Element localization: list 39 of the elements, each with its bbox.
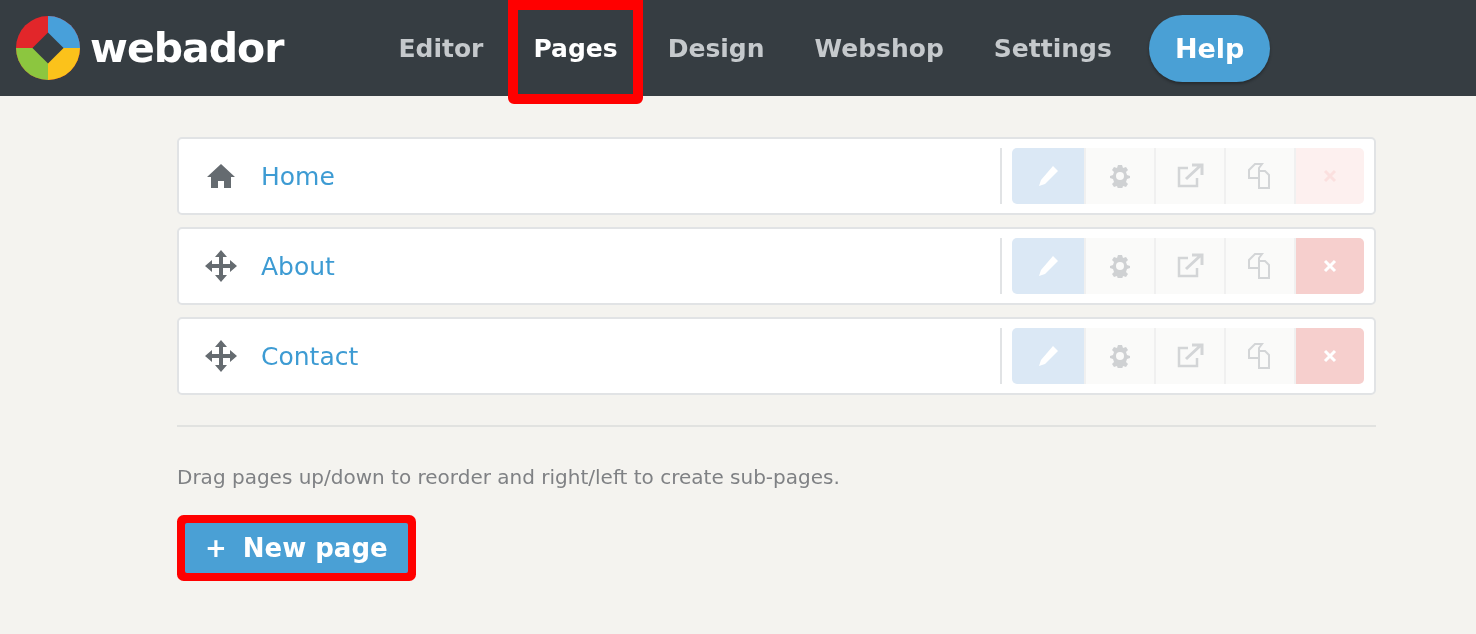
copy-icon bbox=[1247, 162, 1273, 190]
delete-button[interactable] bbox=[1294, 238, 1364, 294]
copy-icon bbox=[1247, 342, 1273, 370]
external-link-icon bbox=[1176, 343, 1204, 369]
nav-tab[interactable]: Editor bbox=[373, 0, 509, 96]
settings-button[interactable] bbox=[1084, 148, 1154, 204]
help-text: Drag pages up/down to reorder and right/left to create sub-pages. bbox=[177, 465, 841, 489]
edit-button[interactable] bbox=[1012, 328, 1084, 384]
edit-button[interactable] bbox=[1012, 148, 1084, 204]
nav-tab[interactable]: Pages bbox=[508, 0, 643, 104]
open-external-button[interactable] bbox=[1154, 328, 1224, 384]
home-icon bbox=[206, 163, 236, 189]
nav-tab[interactable]: Webshop bbox=[789, 0, 969, 96]
nav-tab[interactable]: Settings bbox=[968, 0, 1137, 96]
gear-icon bbox=[1108, 344, 1132, 368]
nav-tab[interactable]: Design bbox=[642, 0, 790, 96]
duplicate-button[interactable] bbox=[1224, 238, 1294, 294]
move-icon bbox=[205, 250, 237, 282]
edit-button[interactable] bbox=[1012, 238, 1084, 294]
logo-text: webador bbox=[90, 24, 284, 72]
pencil-icon bbox=[1037, 345, 1059, 367]
external-link-icon bbox=[1176, 163, 1204, 189]
settings-button[interactable] bbox=[1084, 238, 1154, 294]
gear-icon bbox=[1108, 164, 1132, 188]
external-link-icon bbox=[1176, 253, 1204, 279]
logo-icon bbox=[16, 16, 80, 80]
delete-button[interactable] bbox=[1294, 328, 1364, 384]
open-external-button[interactable] bbox=[1154, 238, 1224, 294]
pencil-icon bbox=[1037, 255, 1059, 277]
pencil-icon bbox=[1037, 165, 1059, 187]
settings-button[interactable] bbox=[1084, 328, 1154, 384]
duplicate-button[interactable] bbox=[1224, 328, 1294, 384]
close-icon bbox=[1323, 349, 1337, 363]
close-icon bbox=[1323, 259, 1337, 273]
open-external-button[interactable] bbox=[1154, 148, 1224, 204]
gear-icon bbox=[1108, 254, 1132, 278]
duplicate-button[interactable] bbox=[1224, 148, 1294, 204]
move-icon bbox=[205, 340, 237, 372]
copy-icon bbox=[1247, 252, 1273, 280]
